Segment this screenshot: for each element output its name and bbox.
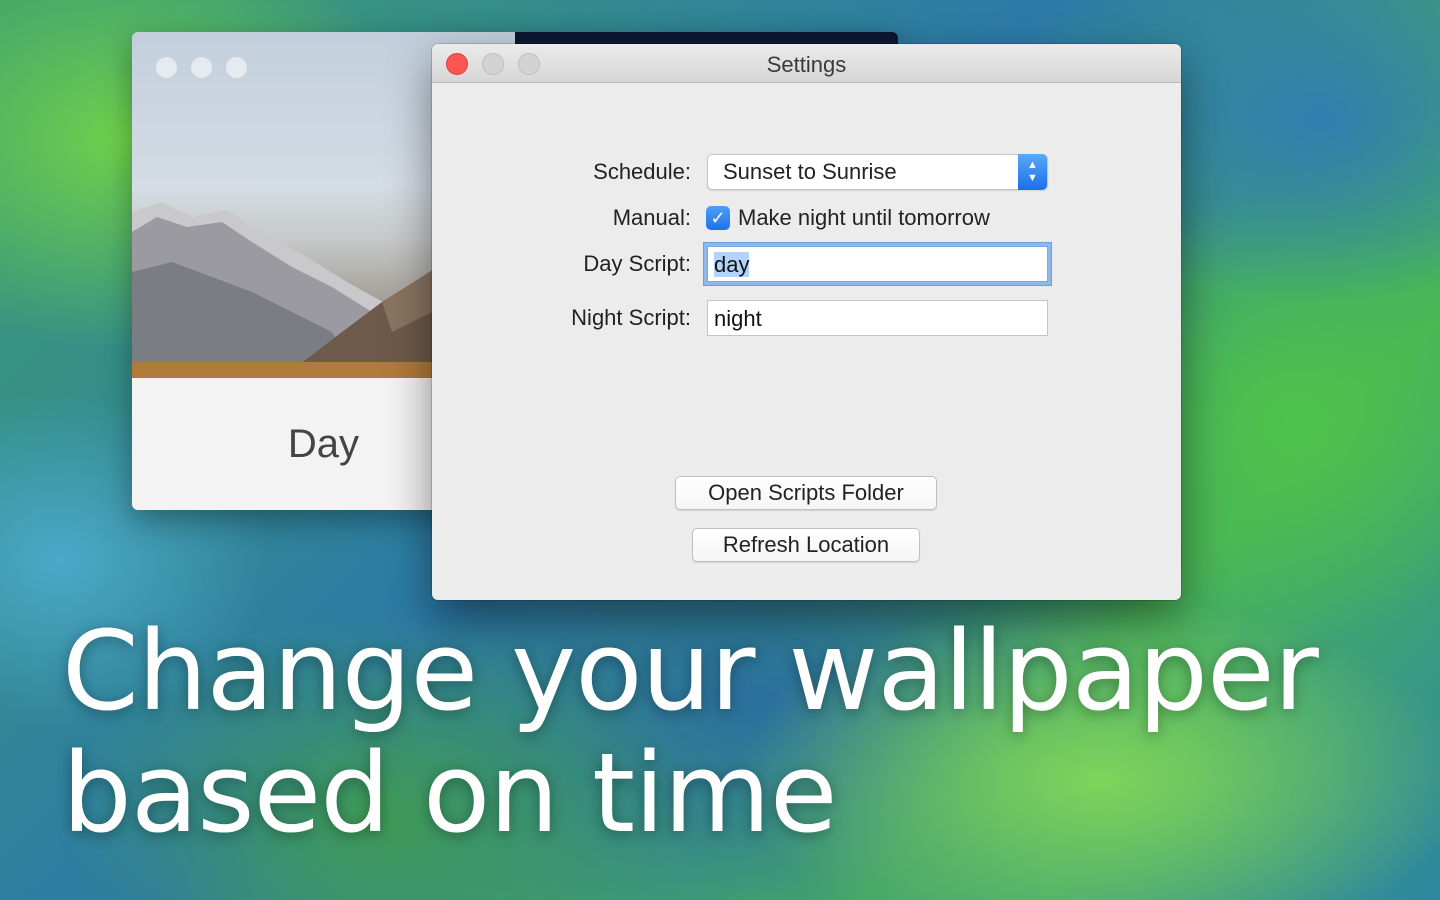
title-bar[interactable]: Settings xyxy=(432,44,1181,83)
headline-line-2: based on time xyxy=(62,729,838,857)
day-script-value: day xyxy=(714,252,750,277)
minimize-icon[interactable] xyxy=(191,57,212,78)
night-script-field[interactable]: night xyxy=(707,300,1048,336)
day-script-field[interactable]: day xyxy=(707,246,1048,282)
day-script-label: Day Script: xyxy=(583,251,691,276)
night-script-value: night xyxy=(714,306,762,331)
manual-label: Manual: xyxy=(612,205,691,230)
close-icon[interactable] xyxy=(156,57,177,78)
open-scripts-folder-button[interactable]: Open Scripts Folder xyxy=(675,476,937,510)
zoom-icon[interactable] xyxy=(226,57,247,78)
settings-window: Settings Schedule: Sunset to Sunrise ▲ ▼ … xyxy=(432,44,1181,600)
schedule-label: Schedule: xyxy=(593,159,691,184)
popup-arrows-icon[interactable]: ▲ ▼ xyxy=(1018,154,1047,190)
refresh-location-button[interactable]: Refresh Location xyxy=(692,528,920,562)
window-title: Settings xyxy=(766,52,847,77)
headline-line-1: Change your wallpaper xyxy=(62,607,1319,735)
marketing-headline: Change your wallpaper based on time xyxy=(62,607,1319,857)
manual-checkbox-label[interactable]: Make night until tomorrow xyxy=(738,204,990,232)
schedule-popup[interactable]: Sunset to Sunrise ▲ ▼ xyxy=(707,154,1048,190)
manual-checkbox[interactable]: ✓ xyxy=(706,206,730,230)
inactive-window-controls xyxy=(156,57,247,78)
schedule-value: Sunset to Sunrise xyxy=(723,159,897,184)
night-script-label: Night Script: xyxy=(571,305,691,330)
